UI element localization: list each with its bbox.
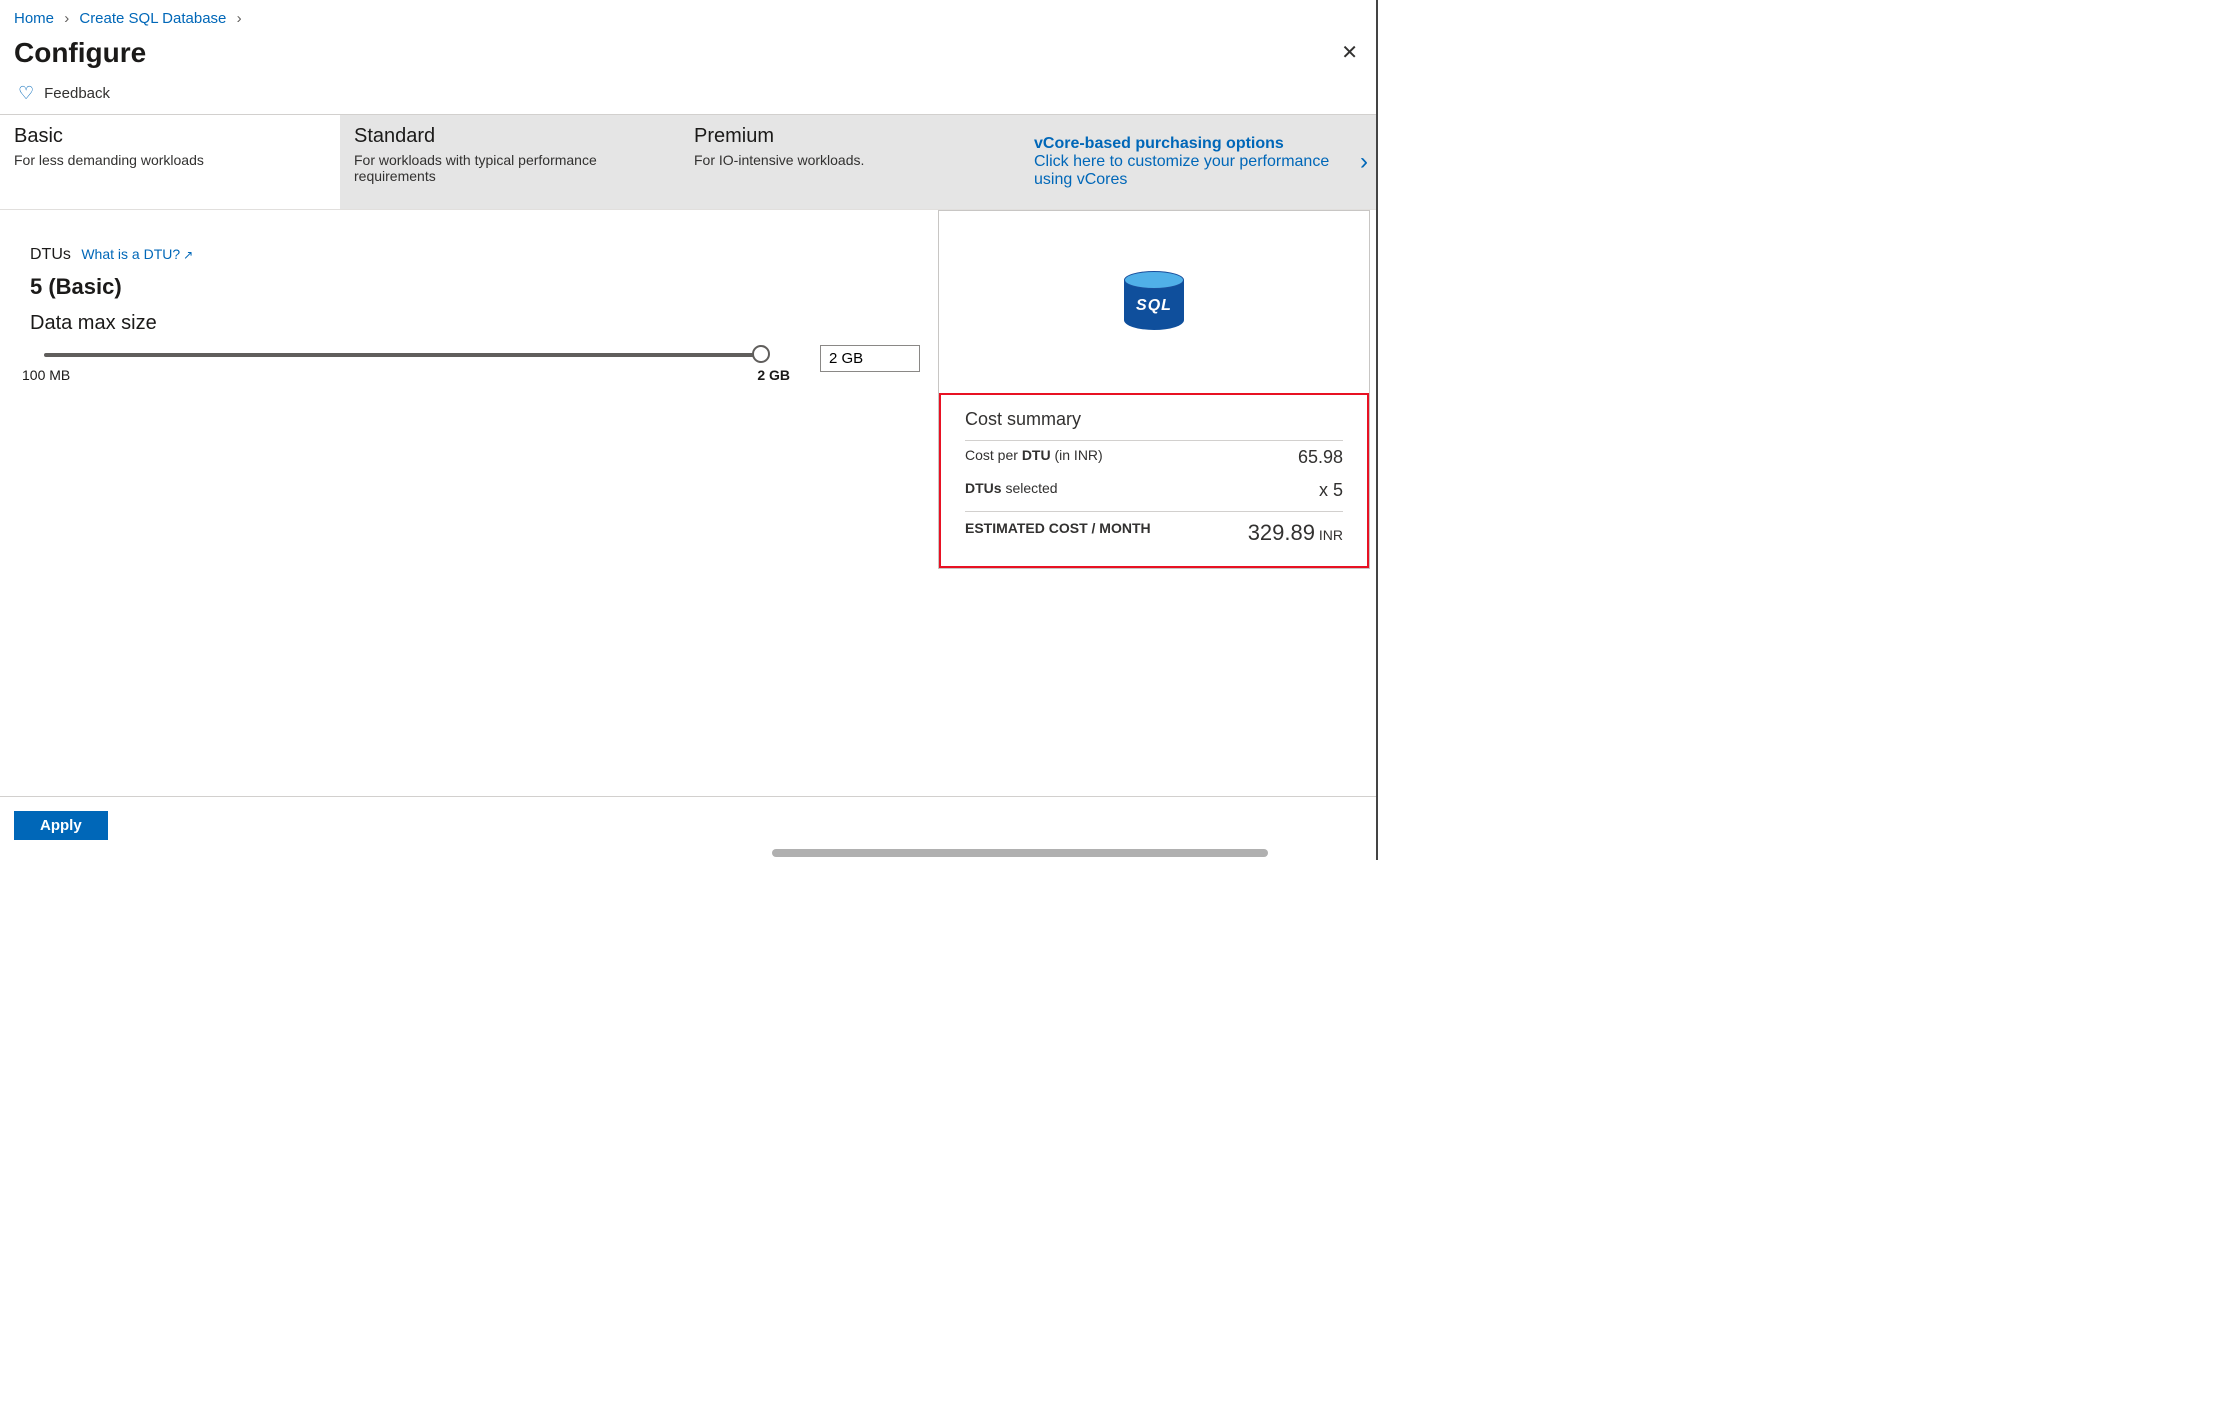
chevron-right-icon: › [237, 10, 242, 27]
feedback-link[interactable]: Feedback [44, 85, 110, 102]
slider-max-label: 2 GB [757, 367, 790, 383]
apply-button[interactable]: Apply [14, 811, 108, 840]
dtu-label: DTUs [30, 246, 71, 263]
vcore-desc: Click here to customize your performance… [1034, 153, 1329, 188]
horizontal-scrollbar[interactable] [0, 849, 1378, 859]
chevron-right-icon: › [64, 10, 69, 27]
tier-premium-title: Premium [694, 125, 1010, 148]
tier-basic-title: Basic [14, 125, 330, 148]
breadcrumb-create-sql-database[interactable]: Create SQL Database [79, 10, 226, 27]
slider-min-label: 100 MB [22, 367, 70, 383]
tier-standard[interactable]: Standard For workloads with typical perf… [340, 115, 680, 209]
breadcrumb-home[interactable]: Home [14, 10, 54, 27]
cost-per-dtu-label: Cost per DTU (in INR) [965, 447, 1103, 468]
estimated-cost-value: 329.89 INR [1248, 520, 1343, 546]
close-icon[interactable]: ✕ [1335, 37, 1364, 69]
dtus-selected-value: x 5 [1319, 480, 1343, 501]
tier-premium-desc: For IO-intensive workloads. [694, 152, 1010, 168]
tier-standard-title: Standard [354, 125, 670, 148]
cost-summary-title: Cost summary [965, 409, 1343, 441]
right-border [1376, 0, 1378, 860]
tier-vcore[interactable]: vCore-based purchasing options Click her… [1020, 115, 1378, 209]
tier-standard-desc: For workloads with typical performance r… [354, 152, 670, 184]
cost-panel: SQL Cost summary Cost per DTU (in INR) 6… [938, 210, 1370, 569]
tier-premium[interactable]: Premium For IO-intensive workloads. [680, 115, 1020, 209]
sql-database-icon: SQL [1124, 271, 1184, 343]
data-size-slider[interactable] [30, 349, 770, 357]
slider-thumb[interactable] [752, 345, 770, 363]
breadcrumb: Home › Create SQL Database › [0, 0, 1378, 33]
dtus-selected-label: DTUs selected [965, 480, 1058, 501]
tier-basic[interactable]: Basic For less demanding workloads [0, 115, 340, 209]
tier-tabs: Basic For less demanding workloads Stand… [0, 115, 1378, 210]
vcore-title: vCore-based purchasing options [1034, 135, 1354, 153]
cost-summary: Cost summary Cost per DTU (in INR) 65.98… [939, 393, 1369, 568]
cost-per-dtu-value: 65.98 [1298, 447, 1343, 468]
external-link-icon: ↗ [183, 248, 193, 262]
heart-icon: ♡ [18, 83, 34, 104]
what-is-dtu-link[interactable]: What is a DTU? [81, 246, 180, 262]
chevron-right-icon[interactable]: › [1354, 148, 1374, 176]
tier-basic-desc: For less demanding workloads [14, 152, 330, 168]
estimated-cost-label: ESTIMATED COST / MONTH [965, 520, 1151, 546]
page-title: Configure [14, 37, 146, 69]
data-size-input[interactable] [820, 345, 920, 372]
